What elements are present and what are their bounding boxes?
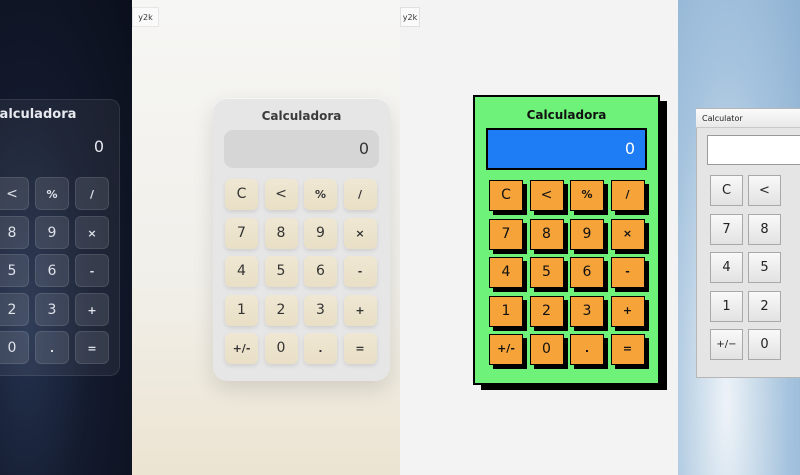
brutal-key-plus[interactable]: + — [610, 295, 645, 327]
soft-key-percent[interactable]: % — [304, 179, 337, 210]
retro-titlebar: Calculator — [696, 109, 800, 128]
brutal-key-1[interactable]: 1 — [489, 295, 523, 327]
retro-key-1[interactable]: 1 — [710, 290, 743, 322]
glass-key-equals[interactable]: = — [75, 331, 109, 364]
glass-key-percent[interactable]: % — [35, 177, 69, 210]
retro-key-back[interactable]: < — [748, 175, 781, 206]
brutal-key-back[interactable]: < — [529, 180, 564, 211]
brutal-key-equals[interactable]: = — [610, 334, 645, 365]
soft-calculator-panel: y2k Calculadora 0 C <%/7 8 9 × 4 5 6-1 2 3 + +/- 0. = — [132, 0, 400, 475]
soft-key-equals[interactable]: = — [343, 333, 377, 364]
brutal-key-clear[interactable]: C — [489, 180, 523, 211]
brutal-calculator-panel: y2k Calculadora 0 C <%/7 8 9 × 4 5 6-1 2 3 + +/- 0. = — [400, 0, 678, 475]
retro-key-2[interactable]: 2 — [748, 290, 781, 322]
glass-key-0[interactable]: 0 — [0, 331, 29, 364]
soft-title: Calculadora — [261, 109, 342, 123]
retro-key-5[interactable]: 5 — [748, 252, 781, 283]
brutal-key-3[interactable]: 3 — [570, 295, 604, 327]
soft-key-4[interactable]: 4 — [225, 256, 258, 287]
soft-key-8[interactable]: 8 — [264, 217, 298, 249]
brutal-title: Calculadora — [526, 108, 607, 122]
brutal-key-decimal[interactable]: . — [570, 334, 604, 365]
brutal-tag: y2k — [400, 7, 420, 27]
glass-key-6[interactable]: 6 — [35, 254, 69, 287]
brutal-key-percent[interactable]: % — [570, 180, 604, 211]
glass-key-2[interactable]: 2 — [0, 292, 29, 326]
glass-display: 0 — [93, 137, 104, 156]
soft-key-3[interactable]: 3 — [304, 294, 337, 326]
soft-key-1[interactable]: 1 — [225, 294, 258, 326]
soft-key-5[interactable]: 5 — [264, 256, 298, 287]
retro-key-0[interactable]: 0 — [748, 329, 781, 360]
soft-tag: y2k — [132, 7, 159, 27]
glass-key-5[interactable]: 5 — [0, 254, 29, 287]
brutal-key-7[interactable]: 7 — [489, 218, 523, 250]
brutal-key-divide[interactable]: / — [610, 180, 645, 211]
soft-key-6[interactable]: 6 — [304, 256, 337, 287]
soft-key-clear[interactable]: C — [225, 179, 258, 210]
glass-key-decimal[interactable]: . — [35, 331, 69, 364]
soft-key-decimal[interactable]: . — [304, 333, 337, 364]
glass-calculator-panel: Calculadora 0 <%/ 89× 56- 23+0.= — [0, 0, 132, 475]
brutal-key-sign[interactable]: +/- — [489, 334, 523, 365]
soft-key-back[interactable]: < — [264, 179, 298, 210]
retro-key-7[interactable]: 7 — [710, 213, 743, 245]
soft-key-plus[interactable]: + — [343, 294, 377, 326]
retro-key-8[interactable]: 8 — [748, 213, 781, 245]
brutal-key-4[interactable]: 4 — [489, 257, 523, 288]
glass-key-plus[interactable]: + — [75, 292, 109, 326]
soft-key-2[interactable]: 2 — [264, 294, 298, 326]
retro-key-clear[interactable]: C — [710, 175, 743, 206]
brutal-key-5[interactable]: 5 — [529, 257, 564, 288]
glass-key-back[interactable]: < — [0, 177, 29, 210]
soft-key-0[interactable]: 0 — [264, 333, 298, 364]
brutal-display: 0 — [486, 128, 647, 170]
soft-key-minus[interactable]: - — [343, 256, 377, 287]
brutal-key-6[interactable]: 6 — [570, 257, 604, 288]
brutal-key-2[interactable]: 2 — [529, 295, 564, 327]
glass-title: Calculadora — [0, 107, 77, 122]
brutal-key-multiply[interactable]: × — [610, 218, 645, 250]
soft-key-sign[interactable]: +/- — [225, 333, 258, 364]
glass-key-9[interactable]: 9 — [35, 215, 69, 249]
brutal-key-8[interactable]: 8 — [529, 218, 564, 250]
retro-key-sign[interactable]: +/− — [710, 329, 743, 360]
glass-key-divide[interactable]: / — [75, 177, 109, 210]
soft-key-multiply[interactable]: × — [343, 217, 377, 249]
glass-key-minus[interactable]: - — [75, 254, 109, 287]
retro-calculator-panel: Calculator C <7 8 4 5 1 2 +/− 0 — [678, 0, 800, 475]
glass-key-multiply[interactable]: × — [75, 215, 109, 249]
soft-key-7[interactable]: 7 — [225, 217, 258, 249]
glass-key-3[interactable]: 3 — [35, 292, 69, 326]
brutal-key-0[interactable]: 0 — [529, 334, 564, 365]
soft-key-divide[interactable]: / — [343, 179, 377, 210]
brutal-key-9[interactable]: 9 — [570, 218, 604, 250]
soft-key-9[interactable]: 9 — [304, 217, 337, 249]
retro-display — [707, 135, 800, 165]
soft-display: 0 — [224, 130, 379, 168]
brutal-key-minus[interactable]: - — [610, 257, 645, 288]
glass-key-8[interactable]: 8 — [0, 215, 29, 249]
retro-key-4[interactable]: 4 — [710, 252, 743, 283]
